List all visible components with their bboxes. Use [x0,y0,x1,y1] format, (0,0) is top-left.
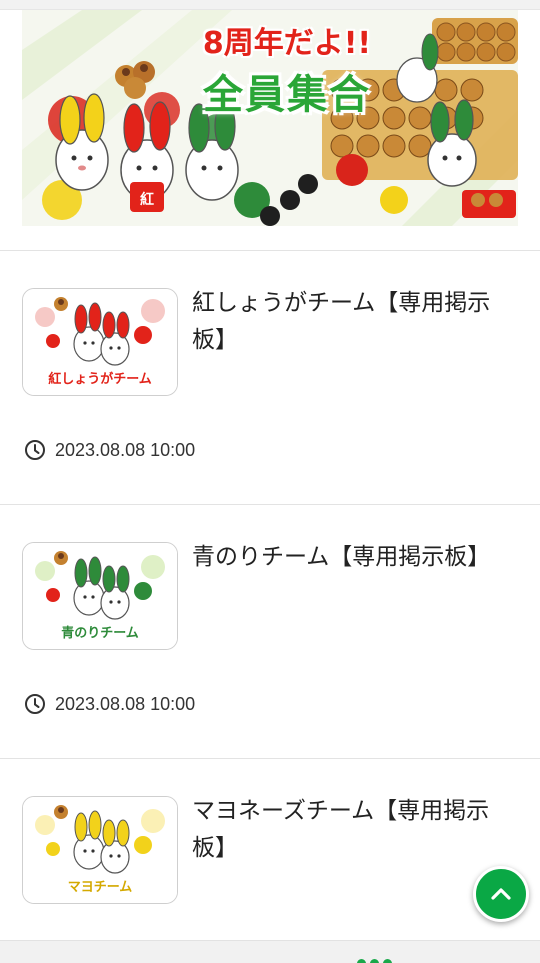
list-item[interactable]: マヨチーム マヨネーズチーム【専用掲示板】 [0,759,540,939]
clock-icon [25,440,45,460]
chevron-up-icon [491,888,511,900]
thumbnail-label: マヨチーム [67,880,133,895]
svg-text:紅: 紅 [140,191,154,208]
top-strip [0,0,540,10]
post-title[interactable]: マヨネーズチーム【専用掲示板】 [192,793,512,867]
banner-title: 8周年だよ!! 全員集合 [182,18,392,118]
clock-icon [25,694,45,714]
post-date: 2023.08.08 10:00 [24,693,195,715]
thumbnail[interactable]: 紅しょうがチーム [22,288,178,396]
post-date-text: 2023.08.08 10:00 [55,439,196,460]
loading-dots [357,959,392,963]
post-date-text: 2023.08.08 10:00 [55,693,196,714]
thumbnail-label: 青のりチーム [61,626,139,641]
post-date: 2023.08.08 10:00 [24,439,195,461]
list-item[interactable]: 青のりチーム 青のりチーム【専用掲示板】 2023.08.08 10:00 [0,505,540,758]
loading-dot [357,959,366,963]
event-banner[interactable]: 紅 8周年だよ!! 全員集合 [22,10,518,226]
banner-heading-main: 全員集合 [203,72,371,118]
loading-dot [383,959,392,963]
bottom-bar [0,940,540,963]
loading-dot [370,959,379,963]
scroll-to-top-button[interactable] [473,866,529,922]
list-item[interactable]: 紅しょうがチーム 紅しょうがチーム【専用掲示板】 2023.08.08 10:0… [0,251,540,504]
thumbnail[interactable]: マヨチーム [22,796,178,904]
thumbnail[interactable]: 青のりチーム [22,542,178,650]
post-title[interactable]: 青のりチーム【専用掲示板】 [192,539,512,576]
thumbnail-label: 紅しょうがチーム [48,372,152,387]
banner-heading-top: 8周年だよ!! [202,26,372,61]
post-title[interactable]: 紅しょうがチーム【専用掲示板】 [192,285,512,359]
